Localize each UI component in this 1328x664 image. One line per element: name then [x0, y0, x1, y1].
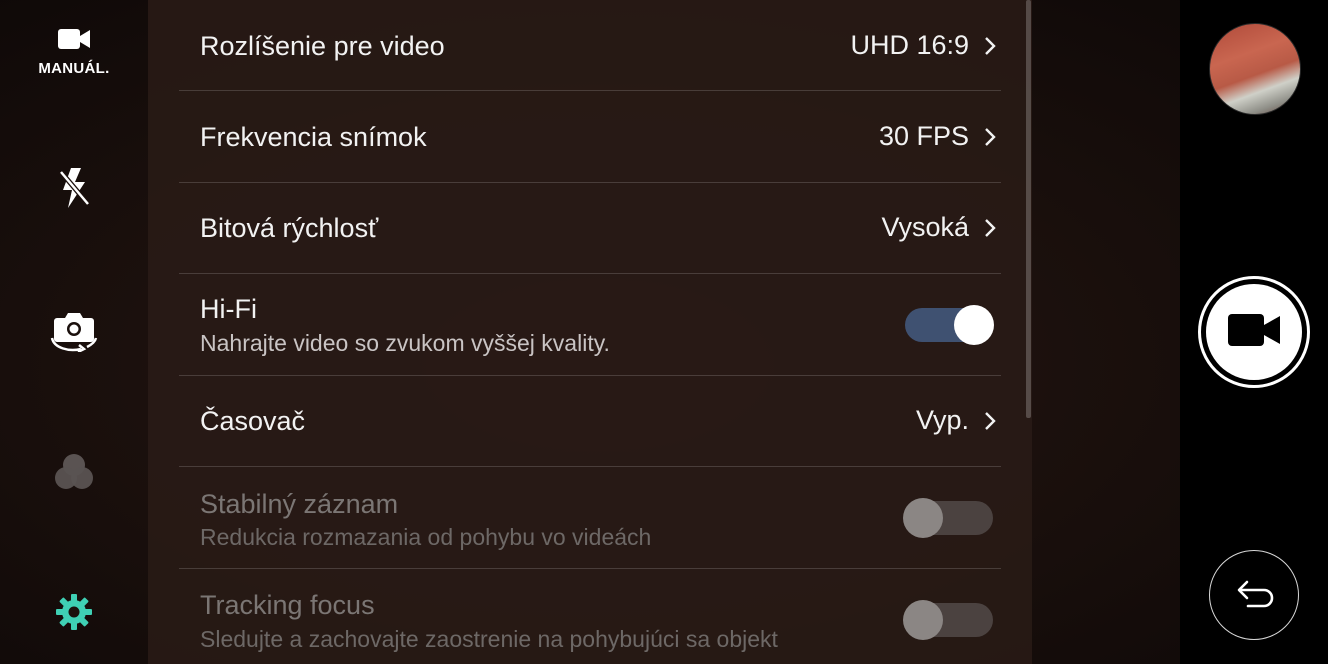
back-button[interactable] [1209, 550, 1299, 640]
setting-row-video-resolution[interactable]: Rozlíšenie pre video UHD 16:9 [179, 0, 1001, 91]
video-camera-icon [57, 27, 91, 56]
setting-row-steady-record[interactable]: Stabilný záznam Redukcia rozmazania od p… [179, 467, 1001, 569]
setting-subtitle: Redukcia rozmazania od pohybu vo videách [200, 524, 652, 550]
record-button[interactable] [1198, 276, 1310, 388]
setting-title: Hi-Fi [200, 294, 257, 324]
chevron-right-icon [979, 126, 1001, 148]
settings-button[interactable] [0, 584, 148, 644]
hifi-toggle[interactable] [905, 305, 994, 345]
tracking-focus-toggle[interactable] [903, 600, 993, 640]
setting-title: Tracking focus [200, 590, 375, 620]
setting-title: Časovač [200, 406, 306, 436]
setting-row-tracking-focus[interactable]: Tracking focus Sledujte a zachovajte zao… [179, 569, 1001, 664]
switch-camera-button[interactable] [0, 302, 148, 362]
setting-subtitle: Nahrajte video so zvukom vyššej kvality. [200, 330, 610, 356]
filter-button[interactable] [0, 444, 148, 504]
right-toolbar [1180, 0, 1328, 664]
toggle-knob [903, 498, 943, 538]
video-camera-icon [1227, 312, 1281, 353]
setting-row-frame-rate[interactable]: Frekvencia snímok 30 FPS [179, 91, 1001, 183]
setting-value: 30 FPS [878, 121, 969, 151]
chevron-right-icon [979, 410, 1001, 432]
flash-button[interactable] [0, 160, 148, 220]
flash-off-icon [57, 166, 91, 215]
mode-button[interactable]: MANUÁL. [0, 22, 148, 82]
setting-title: Frekvencia snímok [200, 122, 427, 152]
setting-row-bitrate[interactable]: Bitová rýchlosť Vysoká [179, 183, 1001, 274]
setting-title: Stabilný záznam [200, 489, 399, 519]
setting-title: Bitová rýchlosť [200, 213, 379, 243]
toggle-knob [954, 305, 994, 345]
setting-value: Vyp. [915, 405, 969, 435]
steady-record-toggle[interactable] [903, 498, 993, 538]
chevron-right-icon [979, 35, 1001, 57]
switch-camera-icon [49, 308, 99, 357]
filter-circles-icon [52, 451, 96, 498]
chevron-right-icon [979, 217, 1001, 239]
setting-value: Vysoká [881, 212, 969, 242]
setting-subtitle: Sledujte a zachovajte zaostrenie na pohy… [200, 626, 778, 652]
setting-row-hifi[interactable]: Hi-Fi Nahrajte video so zvukom vyššej kv… [179, 274, 1001, 376]
record-button-inner [1206, 284, 1302, 380]
scrollbar[interactable] [1026, 0, 1031, 418]
gallery-thumbnail[interactable] [1209, 23, 1301, 115]
setting-title: Rozlíšenie pre video [200, 31, 445, 61]
setting-row-timer[interactable]: Časovač Vyp. [179, 376, 1001, 467]
left-toolbar: MANUÁL. [0, 0, 148, 664]
camera-screen: MANUÁL. Rozlíšenie pre video UHD 16:9 Fr… [0, 0, 1328, 664]
back-arrow-icon [1232, 578, 1276, 613]
mode-label: MANUÁL. [38, 60, 110, 77]
setting-value: UHD 16:9 [850, 30, 969, 60]
gear-icon [54, 592, 94, 637]
toggle-knob [903, 600, 943, 640]
